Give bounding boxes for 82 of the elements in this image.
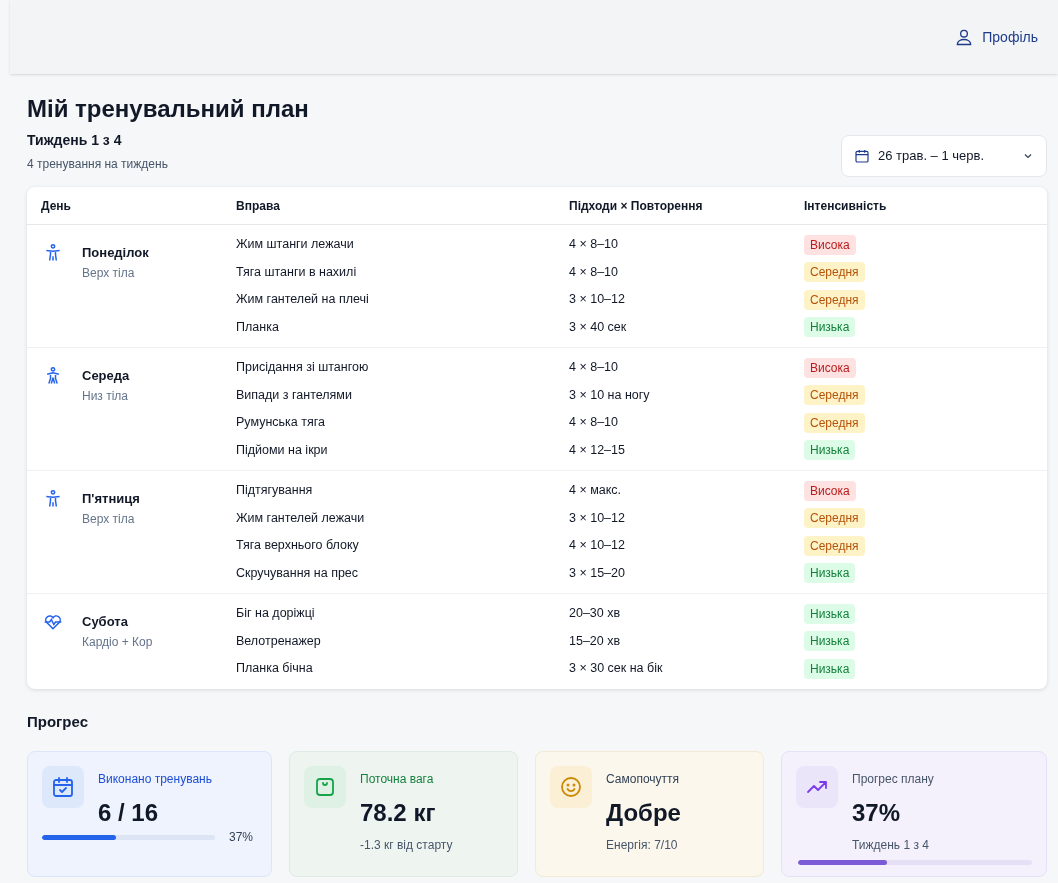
sets-cell-text: 4 × 8–10: [569, 359, 619, 377]
figure-icon: [43, 489, 63, 509]
progress-reading: 37%: [229, 829, 254, 846]
sets-cell-text: 4 × макс.: [569, 482, 623, 500]
intensity-badge: Висока: [804, 480, 856, 501]
sets-cell-text: 20–30 хв: [569, 605, 622, 623]
intensity-badge: Низька: [804, 631, 856, 652]
sets-cell-text: 3 × 10 на ногу: [569, 386, 651, 404]
exercise-cell-text: Підйоми на ікри: [236, 441, 329, 459]
intensity-badge: Середня: [804, 535, 865, 556]
day-name: Середа: [82, 367, 130, 385]
smiley-icon: [559, 775, 583, 799]
exercise-cell-text: Велотренажер: [236, 632, 322, 650]
column-header: День: [41, 197, 72, 215]
day-focus: Верх тіла: [82, 265, 136, 282]
intensity-badge: Середня: [804, 412, 865, 433]
stat-label: Прогрес плану: [852, 771, 934, 788]
sets-cell-text: 4 × 8–10: [569, 236, 619, 254]
intensity-badge: Середня: [804, 262, 865, 283]
day-name: Субота: [82, 613, 129, 631]
date-range-picker[interactable]: 26 трав. – 1 черв.: [841, 135, 1047, 177]
sets-cell-text: 3 × 40 сек: [569, 318, 628, 336]
sets-cell-text: 3 × 10–12: [569, 509, 626, 527]
exercise-cell-text: Тяга верхнього блоку: [236, 537, 360, 555]
scale-icon: [313, 775, 337, 799]
column-header: Інтенсивність: [804, 197, 888, 215]
day-focus: Верх тіла: [82, 511, 136, 528]
exercise-cell-text: Біг на доріжці: [236, 605, 316, 623]
day-name: Понеділок: [82, 244, 149, 262]
sets-cell-text: 15–20 хв: [569, 632, 622, 650]
stat-value: 6 / 16: [98, 798, 160, 828]
figure-icon: [43, 243, 63, 263]
exercise-cell-text: Тяга штанги в нахилі: [236, 263, 358, 281]
day-name: П'ятниця: [82, 490, 140, 508]
sets-cell-text: 4 × 12–15: [569, 441, 626, 459]
stat-note: Енергія: 7/10: [606, 837, 679, 854]
day-focus: Кардіо + Кор: [82, 634, 153, 651]
exercise-cell-text: Випади з гантелями: [236, 386, 353, 404]
sets-cell-text: 3 × 15–20: [569, 564, 626, 582]
day-focus: Низ тіла: [82, 388, 130, 405]
sets-cell-text: 3 × 30 сек на бік: [569, 660, 664, 678]
sets-cell-text: 4 × 10–12: [569, 537, 626, 555]
exercise-cell-text: Жим штанги лежачи: [236, 236, 355, 254]
stat-label: Виконано тренувань: [98, 771, 212, 788]
calendar-icon: [854, 148, 870, 164]
exercise-cell-text: Підтягування: [236, 482, 314, 500]
intensity-badge: Середня: [804, 385, 865, 406]
intensity-badge: Низька: [804, 440, 856, 461]
column-header: Вправа: [236, 197, 281, 215]
profile-link[interactable]: Профіль: [954, 26, 1038, 48]
intensity-badge: Висока: [804, 357, 856, 378]
exercise-cell-text: Планка бічна: [236, 660, 314, 678]
calendar-check-icon: [51, 775, 75, 799]
exercise-cell-text: Румунська тяга: [236, 414, 326, 432]
stat-note: Тиждень 1 з 4: [852, 837, 930, 854]
subtitle: 4 тренування на тиждень: [27, 156, 168, 173]
sets-cell-text: 4 × 8–10: [569, 414, 619, 432]
intensity-badge: Низька: [804, 603, 856, 624]
section-title: Прогрес: [27, 711, 89, 732]
sets-cell-text: 3 × 10–12: [569, 291, 626, 309]
intensity-badge: Низька: [804, 563, 856, 584]
stat-value: Добре: [606, 798, 681, 828]
exercise-cell-text: Жим гантелей лежачи: [236, 509, 366, 527]
intensity-badge: Низька: [804, 317, 856, 338]
week-label: Тиждень 1 з 4: [27, 131, 123, 150]
stat-value: 37%: [852, 798, 902, 828]
exercise-cell-text: Планка: [236, 318, 280, 336]
stat-note: -1.3 кг від старту: [360, 837, 453, 854]
heart-pulse-icon: [43, 612, 63, 632]
exercise-cell-text: Жим гантелей на плечі: [236, 291, 370, 309]
sets-cell-text: 4 × 8–10: [569, 263, 619, 281]
intensity-badge: Середня: [804, 289, 865, 310]
intensity-badge: Висока: [804, 234, 856, 255]
stat-label: Самопочуття: [606, 771, 681, 788]
stat-value: 78.2 кг: [360, 798, 437, 828]
exercise-cell-text: Скручування на прес: [236, 564, 360, 582]
exercise-cell-text: Присідання зі штангою: [236, 359, 370, 377]
intensity-badge: Низька: [804, 658, 856, 679]
column-header: Підходи × Повторення: [569, 197, 704, 215]
stat-label: Поточна вага: [360, 771, 435, 788]
intensity-badge: Середня: [804, 508, 865, 529]
page-title: Мій тренувальний план: [27, 94, 310, 124]
